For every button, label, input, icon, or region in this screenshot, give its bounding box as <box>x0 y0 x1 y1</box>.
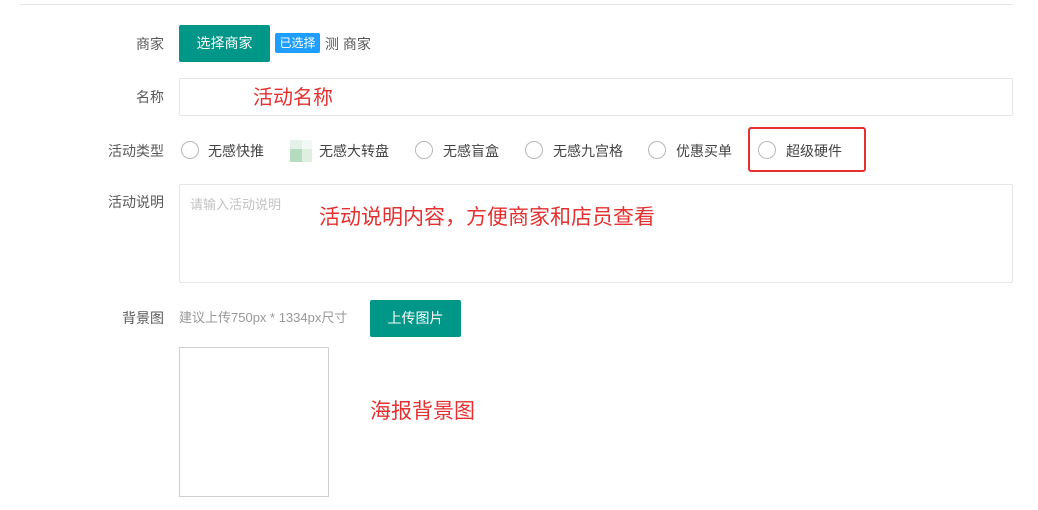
top-divider <box>20 4 1013 5</box>
radio-option-label[interactable]: 优惠买单 <box>676 141 732 161</box>
name-label: 名称 <box>136 89 164 105</box>
selected-badge: 已选择 <box>275 33 320 53</box>
annotation-background: 海报背景图 <box>370 400 475 423</box>
radio-circle-icon[interactable] <box>648 141 666 159</box>
radio-circle-icon[interactable] <box>181 141 199 159</box>
radio-option-label[interactable]: 无感快推 <box>208 141 264 161</box>
annotation-name: 活动名称 <box>253 87 333 109</box>
merchant-label: 商家 <box>136 36 164 52</box>
radio-circle-icon[interactable] <box>525 141 543 159</box>
upload-size-hint: 建议上传750px * 1334px尺寸 <box>179 310 348 325</box>
upload-image-button[interactable]: 上传图片 <box>370 300 461 337</box>
radio-option-label[interactable]: 无感盲盒 <box>443 141 499 161</box>
annotation-description: 活动说明内容，方便商家和店员查看 <box>319 206 655 229</box>
annotation-highlight-box <box>748 127 866 172</box>
selected-merchant-name: 测 商家 <box>325 36 371 52</box>
description-label: 活动说明 <box>108 194 164 210</box>
green-square-icon[interactable] <box>290 140 312 162</box>
description-textarea[interactable] <box>179 184 1013 283</box>
radio-circle-icon[interactable] <box>415 141 433 159</box>
activity-type-label: 活动类型 <box>108 143 164 159</box>
background-image-preview[interactable] <box>179 347 329 497</box>
radio-option-label[interactable]: 无感九宫格 <box>553 141 623 161</box>
select-merchant-button[interactable]: 选择商家 <box>179 25 270 62</box>
background-label: 背景图 <box>122 310 164 326</box>
radio-option-label[interactable]: 无感大转盘 <box>319 141 389 161</box>
